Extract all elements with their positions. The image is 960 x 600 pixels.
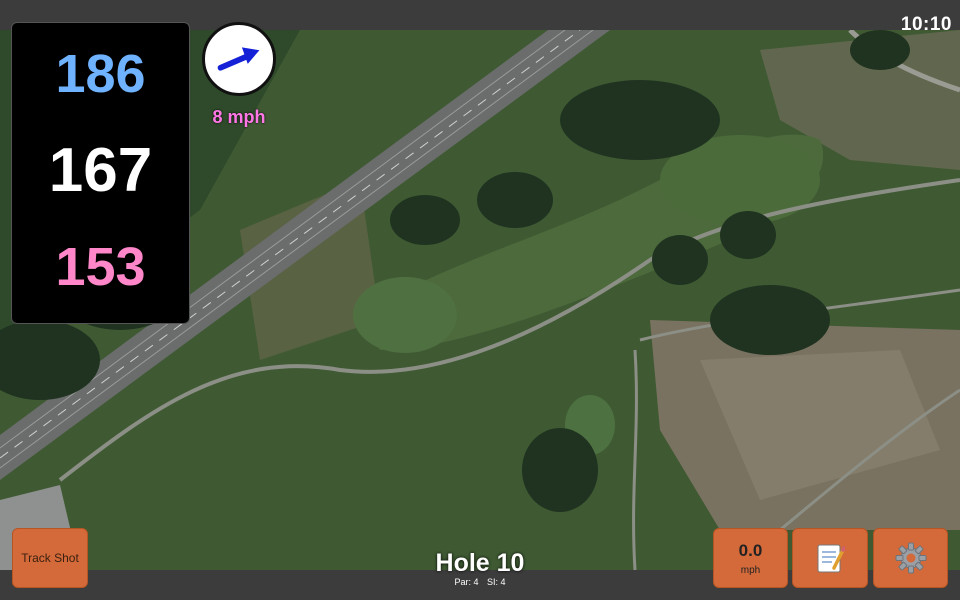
arrow-icon <box>217 47 260 71</box>
speed-unit: mph <box>740 564 761 576</box>
wind-direction-dial <box>202 22 276 96</box>
hole-title: Hole 10 <box>435 549 525 577</box>
hole-si: SI: 4 <box>487 577 506 587</box>
golf-gps-screen: 10:10 186 167 153 8 mph Track Shot Hole … <box>0 0 960 600</box>
clock: 10:10 <box>900 14 952 35</box>
middle-distance: 167 <box>48 136 153 205</box>
track-shot-button[interactable]: Track Shot <box>12 528 88 588</box>
gear-icon <box>895 542 926 574</box>
front-distance: 153 <box>55 237 146 297</box>
speed-button[interactable]: 0.0 mph <box>713 528 788 588</box>
wind-speed: 8 mph <box>212 107 266 127</box>
distance-panel: 186 167 153 <box>11 22 190 324</box>
speed-value: 0.0 <box>738 540 763 560</box>
track-shot-label: Track Shot <box>21 551 79 565</box>
hole-meta: Par: 4 SI: 4 <box>400 577 560 587</box>
notepad-icon <box>817 544 845 573</box>
back-distance: 186 <box>55 44 146 104</box>
notes-button[interactable] <box>792 528 868 588</box>
settings-button[interactable] <box>873 528 948 588</box>
hole-par: Par: 4 <box>454 577 479 587</box>
